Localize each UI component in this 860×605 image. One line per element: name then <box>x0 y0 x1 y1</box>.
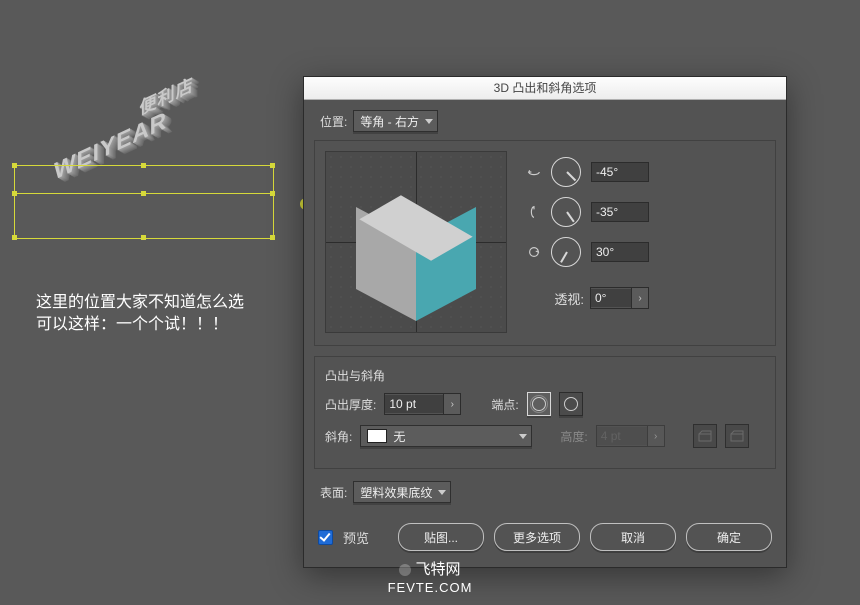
bevel-swatch-icon <box>367 429 387 443</box>
more-options-button[interactable]: 更多选项 <box>494 523 580 551</box>
iso-text-art: 便利店 WEIYEAR <box>54 70 194 187</box>
rotate-x-dial[interactable] <box>551 157 581 187</box>
selection-box-outer <box>14 165 274 239</box>
rotate-x-input[interactable]: -45° <box>591 162 649 182</box>
watermark-dot-icon <box>399 564 411 576</box>
bevel-value: 无 <box>393 428 405 445</box>
bevel-label: 斜角: <box>325 428 352 445</box>
height-label: 高度: <box>560 428 587 445</box>
caption-line1: 这里的位置大家不知道怎么选 <box>36 292 296 314</box>
cap-on-button[interactable] <box>527 392 551 416</box>
perspective-stepper[interactable]: 0° › <box>590 287 649 309</box>
canvas-3d-preview: 便利店 WEIYEAR <box>14 120 294 240</box>
dialog-title: 3D 凸出和斜角选项 <box>304 77 786 100</box>
watermark: 飞特网 FEVTE.COM <box>0 560 860 596</box>
position-value: 等角 - 右方 <box>360 113 419 130</box>
extrude-bevel-dialog: 3D 凸出和斜角选项 位置: 等角 - 右方 <box>303 76 787 568</box>
preview-label[interactable]: 预览 <box>343 528 369 547</box>
chevron-down-icon <box>438 490 446 495</box>
bevel-out-button <box>725 424 749 448</box>
cap-off-button[interactable] <box>559 392 583 416</box>
position-label: 位置: <box>320 113 347 130</box>
rotate-z-input[interactable]: 30° <box>591 242 649 262</box>
surface-value: 塑料效果底纹 <box>360 484 432 501</box>
map-art-button[interactable]: 贴图... <box>398 523 484 551</box>
rotate-z-icon <box>527 245 541 259</box>
extrude-group-title: 凸出与斜角 <box>325 367 765 384</box>
cap-label: 端点: <box>491 396 518 413</box>
position-select[interactable]: 等角 - 右方 <box>353 110 438 132</box>
ok-button[interactable]: 确定 <box>686 523 772 551</box>
bevel-height-stepper: 4 pt › <box>596 425 665 447</box>
rotation-trackball[interactable] <box>325 151 507 333</box>
perspective-label: 透视: <box>554 289 584 308</box>
caption-line2: 可以这样：一个个试！！！ <box>36 314 296 336</box>
bevel-in-button <box>693 424 717 448</box>
chevron-right-icon[interactable]: › <box>631 288 648 308</box>
rotate-y-input[interactable]: -35° <box>591 202 649 222</box>
instruction-caption: 这里的位置大家不知道怎么选 可以这样：一个个试！！！ <box>36 292 296 337</box>
preview-checkbox[interactable] <box>318 530 333 545</box>
rotate-z-dial[interactable] <box>551 237 581 267</box>
rotate-y-dial[interactable] <box>551 197 581 227</box>
selection-box-inner <box>14 193 274 239</box>
bevel-height-input: 4 pt <box>597 427 647 445</box>
extrude-depth-label: 凸出厚度: <box>325 396 376 413</box>
iso-text-line2: WEIYEAR <box>54 94 194 187</box>
surface-label: 表面: <box>320 484 347 501</box>
extrude-depth-input[interactable]: 10 pt <box>385 395 443 413</box>
chevron-right-icon: › <box>647 426 664 446</box>
watermark-line1: 飞特网 <box>415 561 460 578</box>
rotate-y-icon <box>527 205 541 219</box>
chevron-down-icon <box>519 434 527 439</box>
chevron-down-icon <box>425 119 433 124</box>
chevron-right-icon[interactable]: › <box>443 394 460 414</box>
rotate-x-icon <box>527 165 541 179</box>
bevel-select[interactable]: 无 <box>360 425 532 447</box>
perspective-input[interactable]: 0° <box>591 289 631 307</box>
cancel-button[interactable]: 取消 <box>590 523 676 551</box>
watermark-line2: FEVTE.COM <box>0 580 860 597</box>
surface-select[interactable]: 塑料效果底纹 <box>353 481 451 503</box>
extrude-depth-stepper[interactable]: 10 pt › <box>384 393 461 415</box>
